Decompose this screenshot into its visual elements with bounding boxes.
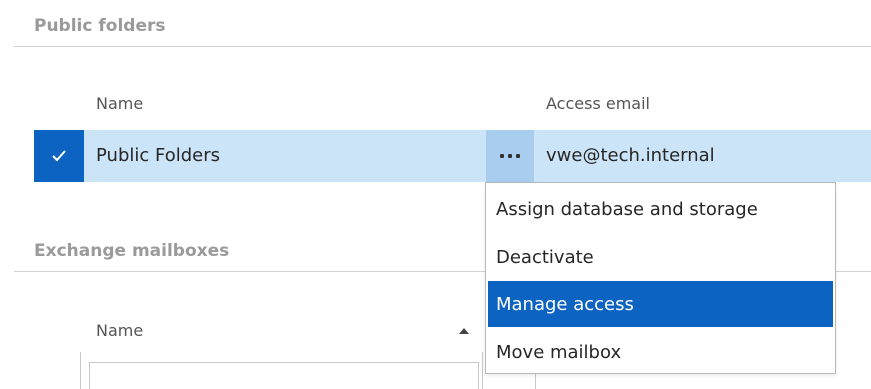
section-divider (14, 46, 871, 47)
menu-item-deactivate[interactable]: Deactivate (488, 234, 833, 280)
checkmark-icon (52, 150, 66, 162)
column-header-access-email[interactable]: Access email (546, 94, 650, 113)
row-actions-menu: Assign database and storage Deactivate M… (485, 182, 836, 374)
page: Public folders Name Access email Public … (0, 0, 871, 389)
menu-item-assign-database[interactable]: Assign database and storage (488, 186, 833, 232)
mailboxes-column-header-name[interactable]: Name (96, 321, 143, 340)
column-divider (80, 352, 81, 389)
column-divider (482, 352, 483, 389)
row-checkbox[interactable] (34, 130, 84, 182)
menu-item-manage-access[interactable]: Manage access (488, 281, 833, 327)
ellipsis-icon (500, 154, 504, 158)
row-name-cell: Public Folders (96, 145, 220, 166)
ellipsis-icon-dot (508, 154, 512, 158)
row-access-email-cell: vwe@tech.internal (546, 145, 715, 166)
name-filter-input[interactable] (89, 362, 479, 389)
menu-item-move-mailbox[interactable]: Move mailbox (488, 329, 833, 375)
column-header-name[interactable]: Name (96, 94, 143, 113)
public-folders-section-title: Public folders (34, 16, 166, 36)
table-row-selected[interactable]: Public Folders vwe@tech.internal (34, 130, 871, 182)
more-actions-button[interactable] (486, 130, 534, 182)
ellipsis-icon-dot (516, 154, 520, 158)
sort-ascending-icon[interactable] (459, 328, 469, 334)
exchange-mailboxes-section-title: Exchange mailboxes (34, 241, 230, 261)
